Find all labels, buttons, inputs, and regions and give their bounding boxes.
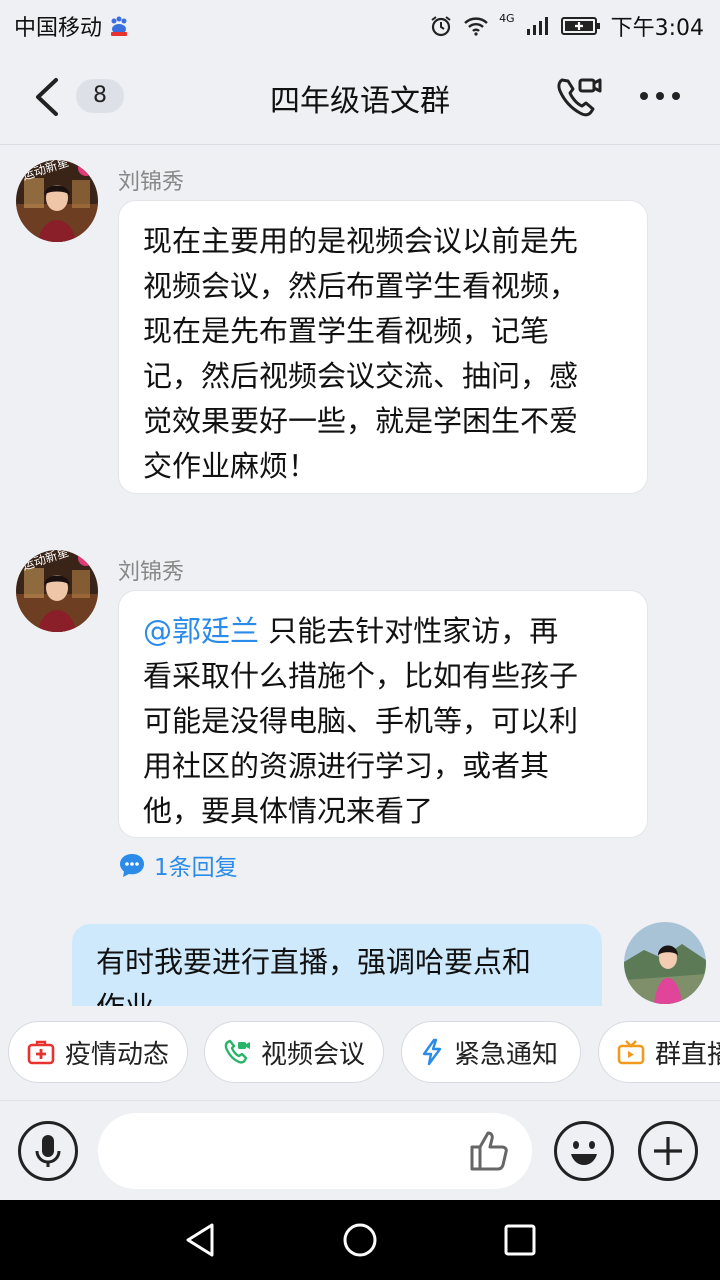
message-input[interactable] (98, 1113, 532, 1189)
message-line: 用社区的资源进行学习，或者其 (143, 749, 550, 783)
avatar-photo: 运动新星 (16, 550, 98, 632)
voice-button[interactable] (18, 1121, 78, 1181)
more-options-icon[interactable] (636, 80, 684, 112)
quick-action-urgent-notice[interactable]: 紧急通知 (401, 1021, 581, 1083)
input-bar (0, 1100, 720, 1201)
nav-home-icon[interactable] (340, 1220, 380, 1260)
alarm-icon (431, 16, 451, 37)
system-nav-bar (0, 1200, 720, 1280)
network-type: 4G (499, 11, 515, 25)
wifi-icon (464, 17, 488, 36)
video-call-icon (224, 1039, 250, 1064)
quick-action-video-meeting[interactable]: 视频会议 (204, 1021, 384, 1083)
message-line-text: 只能去针对性家访，再 (259, 614, 559, 648)
phone-call-icon[interactable] (554, 74, 604, 120)
emoji-button[interactable] (554, 1121, 614, 1181)
battery-icon (560, 17, 600, 35)
message-bubble[interactable]: @郭廷兰 只能去针对性家访，再 看采取什么措施个，比如有些孩子 可能是没得电脑、… (118, 590, 648, 838)
my-avatar[interactable] (624, 922, 706, 1004)
mention-link[interactable]: @郭廷兰 (143, 614, 259, 648)
quick-action-bar: 疫情动态 视频会议 紧急通知 群直播 (0, 1006, 720, 1100)
signal-icon (526, 17, 548, 35)
quick-action-epidemic[interactable]: 疫情动态 (8, 1021, 188, 1083)
nav-recents-icon[interactable] (500, 1220, 540, 1260)
baidu-paw-icon (111, 16, 128, 36)
message-line: 他，要具体情况来看了 (143, 794, 434, 828)
smiley-icon (571, 1141, 597, 1165)
message-line: 现在主要用的是视频会议以前是先 (143, 224, 579, 258)
microphone-icon (35, 1135, 61, 1167)
plus-icon (654, 1137, 682, 1165)
status-icons: 4G 下午3:04 (429, 10, 704, 42)
sender-name: 刘锦秀 (118, 560, 185, 585)
message-line: 可能是没得电脑、手机等，可以利 (143, 704, 579, 738)
message-line: 看采取什么措施个，比如有些孩子 (143, 659, 579, 693)
message-line: 觉效果要好一些，就是学困生不爱 (143, 404, 579, 438)
nav-back-icon[interactable] (180, 1220, 220, 1260)
avatar-photo (624, 922, 706, 1004)
page-title: 四年级语文群 (270, 84, 450, 119)
quick-action-label: 视频会议 (261, 1039, 366, 1070)
lightning-icon (422, 1038, 442, 1066)
sender-avatar[interactable]: 运动新星 (16, 160, 98, 242)
reply-bubble-icon (120, 854, 144, 877)
medical-kit-icon (27, 1040, 55, 1065)
quick-action-group-live[interactable]: 群直播 (598, 1021, 720, 1083)
message-line: @郭廷兰 只能去针对性家访，再 (143, 609, 623, 654)
message-line: 现在是先布置学生看视频，记笔 (143, 314, 550, 348)
message-line: 视频会议，然后布置学生看视频， (143, 269, 579, 303)
clock: 下午3:04 (610, 16, 704, 41)
quick-action-label: 疫情动态 (65, 1039, 170, 1070)
quick-action-label: 紧急通知 (454, 1039, 559, 1070)
tv-icon (617, 1040, 645, 1065)
message-bubble[interactable]: 现在主要用的是视频会议以前是先 视频会议，然后布置学生看视频， 现在是先布置学生… (118, 200, 648, 494)
add-more-button[interactable] (638, 1121, 698, 1181)
quick-action-label: 群直播 (655, 1039, 720, 1070)
message-line: 记，然后视频会议交流、抽问，感 (143, 359, 579, 393)
message-line: 交作业麻烦！ (143, 449, 318, 483)
carrier-name: 中国移动 (14, 16, 103, 41)
carrier-group: 中国移动 (14, 10, 130, 42)
message-line: 有时我要进行直播，强调哈要点和 (96, 945, 532, 979)
sender-avatar[interactable]: 运动新星 (16, 550, 98, 632)
avatar-photo: 运动新星 (16, 160, 98, 242)
thumbs-up-icon[interactable] (466, 1127, 514, 1175)
reply-count-label[interactable]: 1条回复 (154, 848, 238, 882)
sender-name: 刘锦秀 (118, 170, 185, 195)
reply-thread-link[interactable]: 1条回复 (118, 848, 238, 882)
chat-header: 8 四年级语文群 (0, 50, 720, 145)
status-bar: 中国移动 4G 下午3:04 (0, 0, 720, 50)
